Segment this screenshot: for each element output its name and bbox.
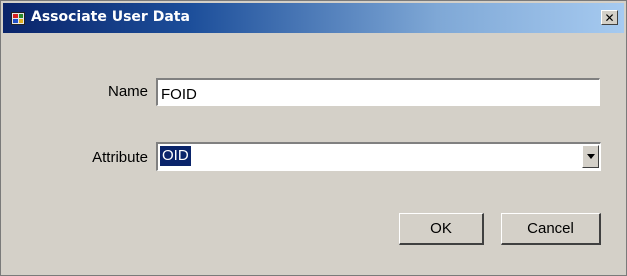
close-button[interactable]: ✕ [601,10,618,25]
cancel-button[interactable]: Cancel [501,213,601,245]
attribute-selected-value: OID [160,146,191,166]
associate-user-data-dialog: Associate User Data ✕ Name Attribute OID… [0,0,627,276]
dialog-title: Associate User Data [31,9,190,25]
chevron-down-icon [586,154,595,159]
close-icon: ✕ [604,10,615,25]
title-bar[interactable]: Associate User Data ✕ [3,3,624,33]
name-label: Name [107,83,148,100]
ok-button[interactable]: OK [399,213,484,245]
attribute-select[interactable]: OID [156,142,601,171]
attribute-dropdown-button[interactable] [582,145,599,168]
app-window-icon [11,12,25,25]
attribute-label: Attribute [92,149,148,166]
name-input[interactable] [156,78,600,106]
